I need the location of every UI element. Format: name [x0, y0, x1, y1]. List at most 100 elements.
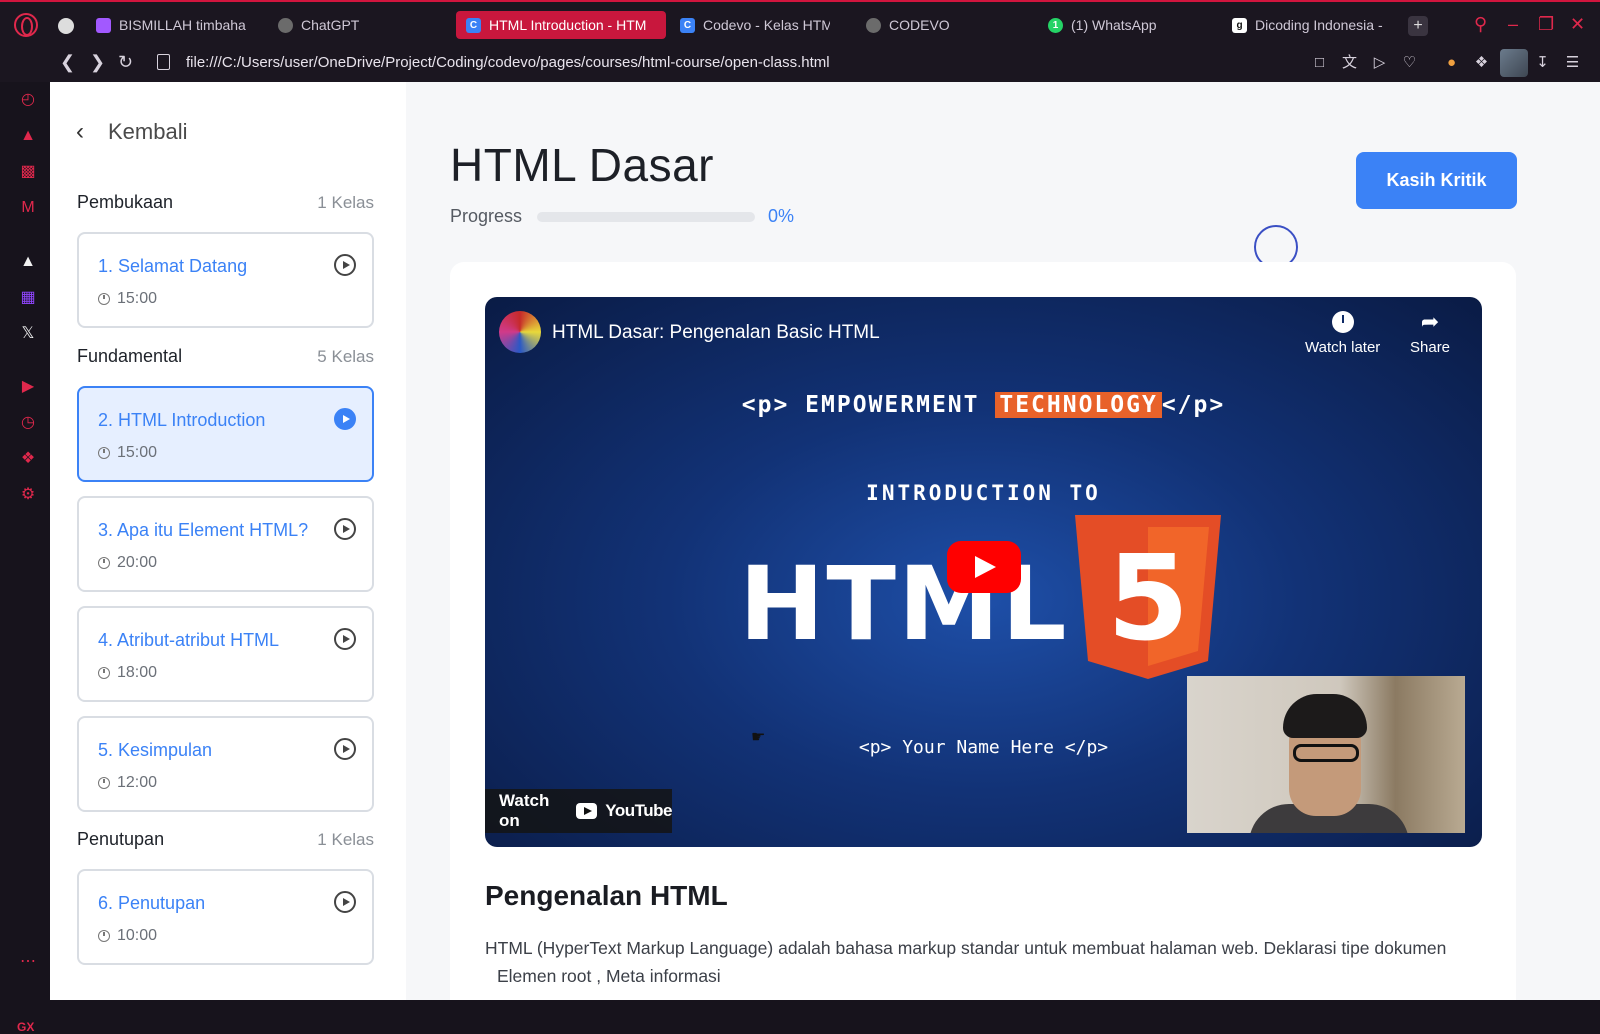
lesson-duration-text: 10:00	[117, 927, 158, 944]
menu-icon[interactable]: ☰	[1564, 54, 1581, 71]
play-circle-icon[interactable]	[334, 891, 356, 913]
lesson-card-penutupan[interactable]: 6. Penutupan 10:00	[77, 869, 374, 965]
tab-dicoding[interactable]: g Dicoding Indonesia -	[1222, 11, 1396, 39]
back-arrow-icon[interactable]: ❮	[60, 52, 75, 73]
more-icon[interactable]: ⋯	[18, 952, 38, 972]
play-circle-icon[interactable]	[334, 628, 356, 650]
arc-app-icon[interactable]: ▲	[18, 252, 38, 272]
mail-icon[interactable]: M	[18, 198, 38, 218]
puzzle-extensions-icon[interactable]: ❖	[1473, 54, 1490, 71]
gx-corner-icon[interactable]: ▲	[18, 126, 38, 146]
gx-label[interactable]: GX	[17, 1020, 34, 1034]
section-title: Pembukaan	[77, 192, 174, 212]
snapshot-icon[interactable]: □	[1311, 54, 1328, 71]
tab-codevo-kelas[interactable]: C Codevo - Kelas HTM	[670, 11, 840, 39]
lesson-card-selamat-datang[interactable]: 1. Selamat Datang 15:00	[77, 232, 374, 328]
youtube-play-button[interactable]	[947, 541, 1021, 593]
globe-icon[interactable]	[58, 18, 74, 34]
tab-codevo[interactable]: CODEVO	[856, 11, 1006, 39]
settings-gear-icon[interactable]: ⚙	[18, 485, 38, 505]
back-label: Kembali	[108, 119, 188, 144]
lesson-duration: 15:00	[98, 290, 157, 308]
section-header-penutupan: Penutupan 1 Kelas	[77, 829, 374, 850]
reload-icon[interactable]: ↻	[118, 52, 133, 73]
course-sidebar: ‹ Kembali Pembukaan 1 Kelas 1. Selamat D…	[50, 82, 406, 1000]
chatgpt-icon	[866, 17, 881, 33]
youtube-video-embed[interactable]: HTML Dasar: Pengenalan Basic HTML Watch …	[485, 297, 1482, 847]
search-icon[interactable]: ⚲	[1474, 14, 1487, 35]
youtube-logo-icon	[576, 803, 598, 819]
opera-gx-logo-icon[interactable]	[14, 13, 38, 37]
chatgpt-icon	[278, 17, 293, 33]
tab-label: ChatGPT	[301, 17, 360, 33]
whatsapp-icon: 1	[1048, 17, 1063, 33]
play-circle-icon[interactable]	[334, 518, 356, 540]
extensions-icon[interactable]: ❖	[18, 449, 38, 469]
html5-shield-logo-icon: 5	[1075, 515, 1221, 679]
translate-icon[interactable]: 文	[1341, 54, 1358, 71]
close-icon[interactable]: ✕	[1570, 14, 1585, 35]
codevo-icon: C	[466, 17, 481, 33]
play-circle-icon[interactable]	[334, 738, 356, 760]
player-icon[interactable]: ▶	[18, 377, 38, 397]
slide-heading-suffix: </p>	[1161, 392, 1226, 418]
stopwatch-icon	[98, 777, 110, 789]
heart-icon[interactable]: ♡	[1401, 54, 1418, 71]
tab-bismillah[interactable]: BISMILLAH timbahag	[86, 11, 256, 39]
lesson-content-card: HTML Dasar: Pengenalan Basic HTML Watch …	[450, 262, 1516, 1000]
back-link[interactable]: ‹ Kembali	[76, 118, 187, 146]
play-circle-icon[interactable]	[334, 254, 356, 276]
lesson-duration: 15:00	[98, 444, 157, 462]
new-tab-button[interactable]: +	[1408, 16, 1428, 36]
download-icon[interactable]: ↧	[1534, 54, 1551, 71]
extension-fox-icon[interactable]: ●	[1443, 54, 1460, 71]
lesson-title: 2. HTML Introduction	[98, 410, 266, 430]
channel-logo-icon[interactable]	[499, 311, 541, 353]
control-icon[interactable]: ▩	[18, 162, 38, 182]
lesson-title: 1. Selamat Datang	[98, 256, 248, 276]
address-bar: ❮ ❯ ↻ file:///C:/Users/user/OneDrive/Pro…	[0, 44, 1600, 82]
lesson-card-html-introduction[interactable]: 2. HTML Introduction 15:00	[77, 386, 374, 482]
clock-icon	[1331, 311, 1354, 333]
section-count: 1 Kelas	[317, 193, 374, 212]
lesson-card-atribut-html[interactable]: 4. Atribut-atribut HTML 18:00	[77, 606, 374, 702]
kasih-kritik-button[interactable]: Kasih Kritik	[1356, 152, 1517, 209]
watch-later-button[interactable]: Watch later	[1305, 311, 1380, 356]
browser-tab-bar: BISMILLAH timbahag ChatGPT C HTML Introd…	[0, 0, 1600, 44]
slide-heading: <p> EMPOWERMENT TECHNOLOGY </p>	[485, 392, 1482, 418]
lesson-card-apa-itu-element[interactable]: 3. Apa itu Element HTML? 20:00	[77, 496, 374, 592]
watch-on-label: Watch on	[499, 791, 550, 830]
play-icon[interactable]: ▷	[1371, 54, 1388, 71]
twitch-icon[interactable]: ▦	[18, 288, 38, 308]
play-circle-icon[interactable]	[334, 408, 356, 430]
profile-avatar[interactable]	[1500, 49, 1528, 77]
lesson-duration: 10:00	[98, 927, 157, 945]
x-twitter-icon[interactable]: 𝕏	[18, 324, 38, 344]
lesson-card-kesimpulan[interactable]: 5. Kesimpulan 12:00	[77, 716, 374, 812]
tab-whatsapp[interactable]: 1 (1) WhatsApp	[1038, 11, 1188, 39]
share-button[interactable]: ➦ Share	[1410, 309, 1450, 357]
progress-bar	[537, 212, 755, 222]
tab-html-introduction[interactable]: C HTML Introduction - HTM	[456, 11, 666, 39]
share-arrow-icon: ➦	[1420, 309, 1440, 334]
html5-digit: 5	[1107, 529, 1189, 667]
tab-label: Dicoding Indonesia -	[1255, 17, 1383, 33]
lesson-duration-text: 12:00	[117, 774, 158, 791]
stopwatch-icon	[98, 293, 110, 305]
restore-icon[interactable]: ❐	[1538, 14, 1554, 35]
webcam-person-hair	[1283, 694, 1367, 738]
watch-later-label: Watch later	[1305, 339, 1381, 356]
url-field[interactable]: file:///C:/Users/user/OneDrive/Project/C…	[186, 54, 830, 71]
article-paragraph-line-1: HTML (HyperText Markup Language) adalah …	[485, 938, 1447, 958]
history-icon[interactable]: ◷	[18, 413, 38, 433]
forward-arrow-icon[interactable]: ❯	[90, 52, 105, 73]
speed-dial-icon[interactable]: ◴	[18, 90, 38, 110]
section-header-pembukaan: Pembukaan 1 Kelas	[77, 192, 374, 213]
section-count: 5 Kelas	[317, 347, 374, 366]
minimize-icon[interactable]: –	[1508, 14, 1518, 35]
tab-chatgpt[interactable]: ChatGPT	[268, 11, 418, 39]
video-title[interactable]: HTML Dasar: Pengenalan Basic HTML	[552, 322, 880, 344]
page-viewport: ‹ Kembali Pembukaan 1 Kelas 1. Selamat D…	[50, 82, 1600, 1000]
watch-on-youtube-link[interactable]: Watch on YouTube	[485, 789, 672, 833]
slide-heading-highlight: TECHNOLOGY	[995, 392, 1162, 418]
